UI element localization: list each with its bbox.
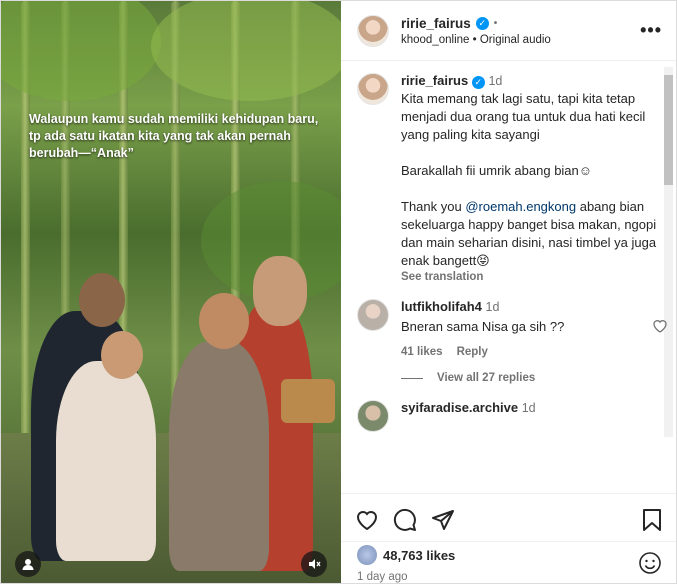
reply-button[interactable]: Reply: [457, 346, 488, 358]
commenter-avatar[interactable]: [357, 299, 389, 331]
post-dialog: Walaupun kamu sudah memiliki kehidupan b…: [0, 0, 677, 584]
commenter-username[interactable]: lutfikholifah4: [401, 299, 482, 314]
person-child-right-head: [199, 293, 249, 349]
person-mother-hijab: [253, 256, 307, 326]
like-heart-icon[interactable]: [355, 509, 379, 531]
mention-link[interactable]: @roemah.engkong: [465, 199, 576, 214]
comment-text: Bneran sama Nisa ga sih ??: [401, 319, 565, 334]
comments-list: ririe_fairus ✓ 1d Kita memang tak lagi s…: [341, 61, 676, 493]
post-side-panel: ririe_fairus ✓ • khood_online • Original…: [341, 1, 676, 583]
caption-author-username[interactable]: ririe_fairus: [401, 73, 468, 88]
view-replies-toggle[interactable]: View all 27 replies: [401, 372, 660, 384]
caption-paragraph: Kita memang tak lagi satu, tapi kita tet…: [401, 91, 646, 142]
comment-like-heart-icon[interactable]: [652, 319, 668, 333]
person-father-head: [79, 273, 125, 327]
person-child-left: [56, 361, 156, 561]
emoji-icon[interactable]: [638, 551, 662, 575]
caption-author-avatar[interactable]: [357, 73, 389, 105]
handbag: [281, 379, 335, 423]
comment-item: lutfikholifah4 1d Bneran sama Nisa ga si…: [357, 299, 667, 358]
person-child-left-head: [101, 331, 143, 379]
post-actions-bar: [341, 493, 676, 545]
comment-bubble-icon[interactable]: [393, 508, 417, 532]
caption-text: Thank you: [401, 199, 466, 214]
author-avatar[interactable]: [357, 14, 389, 47]
user-tag-icon[interactable]: [15, 551, 41, 577]
see-translation-link[interactable]: See translation: [401, 271, 660, 283]
commenter-username[interactable]: syifaradise.archive: [401, 400, 518, 415]
comment-time: 1d: [485, 300, 500, 314]
add-comment-bar: [341, 541, 676, 583]
header-separator: •: [493, 17, 498, 29]
caption-time: 1d: [488, 74, 503, 88]
scrollbar-thumb[interactable]: [664, 75, 673, 185]
audio-owner[interactable]: khood_online: [401, 34, 469, 46]
caption-paragraph: Thank you @roemah.engkong abang bian sek…: [401, 198, 660, 270]
post-header: ririe_fairus ✓ • khood_online • Original…: [341, 1, 676, 61]
caption-paragraph: Barakallah fii umrik abang bian☺: [401, 163, 593, 178]
video-caption-overlay: Walaupun kamu sudah memiliki kehidupan b…: [29, 112, 319, 160]
share-paper-plane-icon[interactable]: [431, 508, 455, 532]
verified-badge-icon: ✓: [475, 16, 489, 30]
mute-icon[interactable]: [301, 551, 327, 577]
author-username[interactable]: ririe_fairus: [401, 16, 471, 31]
audio-label[interactable]: Original audio: [480, 34, 551, 46]
view-replies-label[interactable]: View all 27 replies: [437, 372, 535, 384]
foliage: [1, 1, 161, 101]
person-child-right: [169, 341, 269, 571]
post-video[interactable]: Walaupun kamu sudah memiliki kehidupan b…: [1, 1, 341, 583]
verified-badge-icon: ✓: [471, 76, 485, 89]
post-caption-entry: ririe_fairus ✓ 1d Kita memang tak lagi s…: [357, 73, 660, 283]
comment-likes[interactable]: 41 likes: [401, 346, 443, 358]
comment-item: syifaradise.archive 1d: [357, 400, 660, 432]
save-bookmark-icon[interactable]: [642, 508, 662, 532]
more-options-icon[interactable]: •••: [640, 20, 662, 41]
commenter-avatar[interactable]: [357, 400, 389, 432]
replies-divider: [401, 377, 423, 379]
comment-time: 1d: [521, 401, 536, 415]
audio-separator: •: [472, 33, 477, 46]
